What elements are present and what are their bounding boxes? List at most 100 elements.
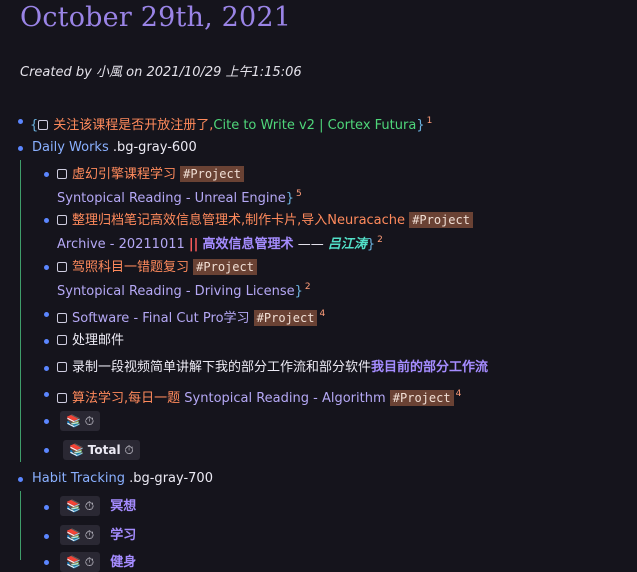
daily-works-class: .bg-gray-600 — [112, 140, 197, 155]
unreal-link[interactable]: Syntopical Reading - Unreal Engine — [57, 191, 286, 206]
workflow-link[interactable]: 我目前的部分工作流 — [371, 360, 488, 375]
todo-checkbox[interactable] — [57, 393, 67, 403]
ref-count[interactable]: 2 — [305, 282, 311, 292]
stopwatch-icon: ⏱ — [84, 555, 95, 569]
on-label: on — [126, 65, 143, 80]
bullet[interactable] — [44, 218, 49, 223]
bullet[interactable] — [44, 448, 49, 453]
block-ref-close: } — [294, 284, 303, 299]
todo-checkbox[interactable] — [38, 120, 49, 130]
todo-checkbox[interactable] — [57, 335, 67, 345]
block-daily-works[interactable]: Daily Works .bg-gray-600 — [32, 139, 197, 157]
created-at: 2021/10/29 上午1:15:06 — [146, 65, 302, 80]
block-timer: 📚 ⏱ — [60, 411, 101, 431]
bullet[interactable] — [44, 312, 49, 317]
daily-works-label[interactable]: Daily Works — [32, 140, 109, 155]
study-link[interactable]: 学习 — [110, 528, 136, 543]
block-algorithm[interactable]: 算法学习,每日一题 Syntopical Reading - Algorithm… — [57, 385, 461, 408]
block-partial: 📚 ⏱ 健身 — [60, 552, 136, 572]
books-icon: 📚 — [66, 499, 81, 513]
block-driving[interactable]: 驾照科目一错题复习 #Project — [57, 258, 257, 277]
block-total: 📚 Total ⏱ — [63, 440, 140, 460]
timer-button[interactable]: 📚 ⏱ — [60, 411, 101, 431]
total-button[interactable]: 📚 Total ⏱ — [63, 440, 140, 460]
bullet[interactable] — [44, 392, 49, 397]
partial-link[interactable]: 健身 — [110, 555, 136, 570]
dash: —— — [297, 237, 324, 252]
thread-line — [20, 491, 21, 560]
driving-link[interactable]: Syntopical Reading - Driving License — [57, 284, 295, 299]
archive-link[interactable]: Archive - 20211011 — [57, 237, 185, 252]
timer-button[interactable]: 📚 ⏱ — [60, 525, 101, 545]
total-label: Total — [87, 443, 121, 457]
project-tag[interactable]: #Project — [180, 166, 244, 182]
todo-checkbox[interactable] — [57, 362, 67, 372]
books-icon: 📚 — [66, 414, 81, 428]
block-mail[interactable]: 处理邮件 — [57, 332, 124, 350]
meditate-link[interactable]: 冥想 — [110, 499, 136, 514]
project-tag[interactable]: #Project — [409, 212, 473, 228]
bullet[interactable] — [18, 146, 23, 151]
page-title[interactable]: October 29th, 2021 — [20, 2, 291, 33]
ref-count[interactable]: 4 — [319, 309, 325, 319]
block-video[interactable]: 录制一段视频简单讲解下我的部分工作流和部分软件我目前的部分工作流 — [57, 359, 488, 377]
algorithm-text: 算法学习,每日一题 — [72, 391, 181, 406]
finalcut-text[interactable]: Software - Final Cut Pro学习 — [72, 311, 250, 326]
bullet[interactable] — [18, 119, 23, 124]
block-archive-line2[interactable]: Archive - 20211011 || 高效信息管理术 —— 吕江涛} 2 — [57, 231, 383, 254]
ref-count[interactable]: 5 — [296, 189, 302, 199]
bullet[interactable] — [44, 366, 49, 371]
timer-button[interactable]: 📚 ⏱ — [60, 496, 101, 516]
bullet[interactable] — [44, 534, 49, 539]
block-unreal-line2[interactable]: Syntopical Reading - Unreal Engine} 5 — [57, 185, 302, 208]
block-finalcut[interactable]: Software - Final Cut Pro学习 #Project 4 — [57, 305, 325, 328]
author-link[interactable]: 吕江涛 — [328, 237, 367, 252]
created-by-label: Created by — [20, 65, 92, 80]
algorithm-link[interactable]: Syntopical Reading - Algorithm — [184, 391, 385, 406]
project-tag[interactable]: #Project — [389, 390, 454, 406]
archive-text: 整理归档笔记高效信息管理术,制作卡片,导入Neuracache — [72, 213, 406, 228]
books-icon: 📚 — [66, 555, 81, 569]
bullet[interactable] — [44, 505, 49, 510]
bullet[interactable] — [44, 265, 49, 270]
book-link[interactable]: 高效信息管理术 — [203, 237, 294, 252]
ref-count[interactable]: 2 — [377, 235, 383, 245]
ref-count[interactable]: 4 — [456, 389, 462, 399]
separator: || — [188, 237, 199, 252]
page-meta: Created by 小風 on 2021/10/29 上午1:15:06 — [20, 61, 302, 80]
stopwatch-icon: ⏱ — [84, 528, 95, 542]
todo-checkbox[interactable] — [57, 313, 67, 323]
habit-label[interactable]: Habit Tracking — [32, 471, 125, 486]
author: 小風 — [95, 65, 122, 80]
project-tag[interactable]: #Project — [253, 310, 318, 326]
bullet[interactable] — [44, 339, 49, 344]
driving-text: 驾照科目一错题复习 — [72, 260, 190, 275]
mail-text: 处理邮件 — [72, 333, 125, 348]
habit-class: .bg-gray-700 — [129, 471, 213, 486]
stopwatch-icon: ⏱ — [124, 443, 134, 457]
books-icon: 📚 — [66, 528, 81, 542]
timer-button[interactable]: 📚 ⏱ — [60, 552, 101, 572]
bullet[interactable] — [44, 419, 49, 424]
todo-checkbox[interactable] — [57, 215, 67, 225]
project-tag[interactable]: #Project — [193, 259, 257, 275]
course-link[interactable]: Cite to Write v2 | Cortex Futura — [213, 118, 416, 133]
bullet[interactable] — [18, 477, 23, 482]
todo-checkbox[interactable] — [57, 262, 67, 272]
stopwatch-icon: ⏱ — [84, 414, 95, 428]
block-ref-close: } — [366, 237, 376, 252]
unreal-text: 虚幻引擎课程学习 — [72, 167, 177, 182]
block-study: 📚 ⏱ 学习 — [60, 525, 136, 545]
block-driving-line2[interactable]: Syntopical Reading - Driving License} 2 — [57, 278, 311, 301]
block-unreal[interactable]: 虚幻引擎课程学习 #Project — [57, 165, 244, 184]
todo-checkbox[interactable] — [57, 169, 67, 179]
stopwatch-icon: ⏱ — [84, 499, 95, 513]
bullet[interactable] — [44, 560, 49, 565]
ref-count[interactable]: 1 — [427, 116, 433, 126]
block-archive[interactable]: 整理归档笔记高效信息管理术,制作卡片,导入Neuracache #Project — [57, 211, 473, 230]
block-ref-open: { — [30, 118, 39, 133]
bullet[interactable] — [44, 172, 49, 177]
block-course[interactable]: {关注该课程是否开放注册了,Cite to Write v2 | Cortex … — [30, 112, 432, 135]
block-meditate: 📚 ⏱ 冥想 — [60, 496, 136, 516]
block-habit[interactable]: Habit Tracking .bg-gray-700 — [32, 470, 213, 488]
